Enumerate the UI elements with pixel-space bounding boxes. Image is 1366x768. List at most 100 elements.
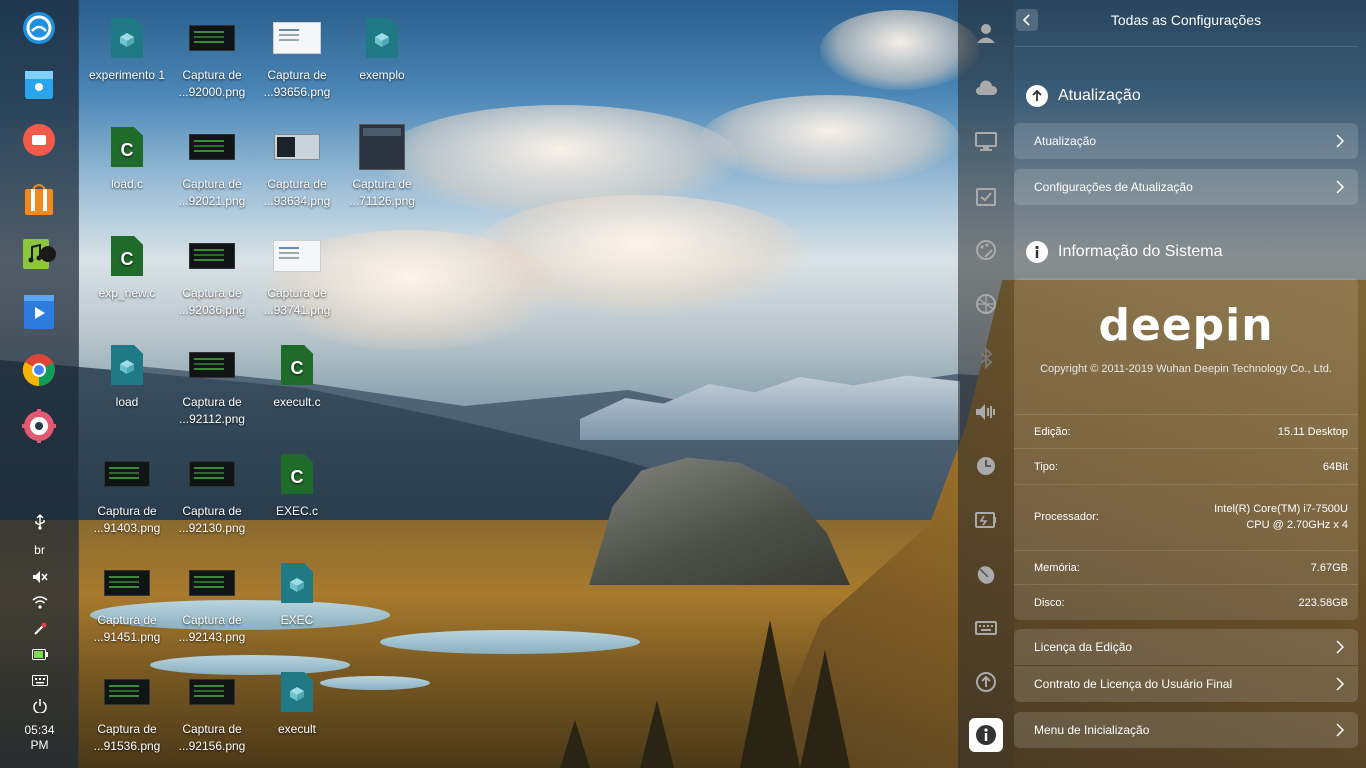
settings-category-strip	[958, 0, 1014, 768]
desktop-file-label: execult	[277, 722, 317, 736]
row-update-settings-label: Configurações de Atualização	[1034, 180, 1193, 194]
desktop-file-label: Captura de ...91536.png	[93, 722, 161, 753]
desktop-file[interactable]: C EXEC.c	[254, 450, 340, 520]
desktop-file[interactable]: exemplo	[339, 14, 425, 84]
desktop-file[interactable]: Captura de ...92112.png	[169, 341, 255, 428]
system-info-nav-icon[interactable]	[969, 718, 1003, 752]
desktop-file[interactable]: Captura de ...92000.png	[169, 14, 255, 101]
power-settings-icon[interactable]	[972, 506, 1000, 534]
image-thumbnail-icon	[169, 232, 255, 280]
screen-recorder-icon[interactable]	[21, 122, 57, 158]
processor-value-2: CPU @ 2.70GHz x 4	[1246, 519, 1348, 531]
info-row-memory: Memória: 7.67GB	[1014, 550, 1358, 584]
memory-label: Memória:	[1034, 562, 1080, 574]
video-player-icon[interactable]	[21, 294, 57, 330]
keyboard-settings-icon[interactable]	[972, 614, 1000, 642]
row-update-label: Atualização	[1034, 134, 1097, 148]
power-icon[interactable]	[0, 699, 79, 713]
desktop-file-label: Captura de ...71126.png	[349, 177, 415, 208]
c-source-file-icon: C	[84, 123, 170, 171]
desktop-file-label: Captura de ...92130.png	[178, 504, 246, 535]
file-manager-icon[interactable]	[21, 66, 57, 102]
volume-muted-icon[interactable]	[0, 570, 79, 584]
desktop-file[interactable]: Cexp_new.c	[84, 232, 170, 302]
sound-icon[interactable]	[972, 398, 1000, 426]
keyboard-layout-indicator[interactable]: br	[0, 543, 79, 557]
desktop-file[interactable]: Captura de ...91451.png	[84, 559, 170, 646]
desktop-file[interactable]: EXEC	[254, 559, 340, 629]
c-source-file-icon: C	[84, 232, 170, 280]
music-icon[interactable]	[21, 236, 57, 272]
network-icon[interactable]	[972, 290, 1000, 318]
row-update[interactable]: Atualização	[1014, 123, 1358, 159]
desktop-file[interactable]: Cexecult.c	[254, 341, 340, 411]
row-eula[interactable]: Contrato de Licença do Usuário Final	[1014, 666, 1358, 702]
bluetooth-icon[interactable]	[972, 344, 1000, 372]
default-apps-icon[interactable]	[972, 182, 1000, 210]
cloud-sync-icon[interactable]	[972, 74, 1000, 102]
chrome-icon[interactable]	[21, 352, 57, 388]
processor-value-1: Intel(R) Core(TM) i7-7500U	[1214, 503, 1348, 515]
info-row-processor: Processador: Intel(R) Core(TM) i7-7500U …	[1014, 484, 1358, 550]
desktop-file[interactable]: Captura de ...92021.png	[169, 123, 255, 210]
image-thumbnail-icon	[169, 559, 255, 607]
app-store-icon[interactable]	[21, 182, 57, 218]
row-boot-menu[interactable]: Menu de Inicialização	[1014, 712, 1358, 748]
personalization-icon[interactable]	[972, 236, 1000, 264]
row-update-settings[interactable]: Configurações de Atualização	[1014, 169, 1358, 205]
disk-label: Disco:	[1034, 597, 1065, 609]
wifi-icon[interactable]	[0, 596, 79, 609]
desktop-file[interactable]: execult	[254, 668, 340, 738]
desktop-file[interactable]: Captura de ...92130.png	[169, 450, 255, 537]
clock[interactable]: 05:34 PM	[0, 723, 79, 753]
settings-header: Todas as Configurações	[1014, 0, 1366, 47]
c-source-file-icon: C	[254, 450, 340, 498]
update-section-title: Atualização	[1026, 85, 1141, 107]
battery-icon[interactable]	[0, 649, 79, 660]
info-row-type: Tipo: 64Bit	[1014, 448, 1358, 484]
desktop-file-label: Captura de ...91451.png	[93, 613, 161, 644]
clock-time: 05:34	[24, 723, 55, 737]
desktop-file-label: Captura de ...92143.png	[178, 613, 246, 644]
desktop-file-label: Captura de ...93634.png	[263, 177, 331, 208]
desktop-file-label: EXEC	[280, 613, 314, 627]
desktop-file[interactable]: Captura de ...92156.png	[169, 668, 255, 755]
info-section-title: Informação do Sistema	[1026, 241, 1223, 263]
deepin-logo: deepin	[1098, 300, 1274, 351]
accounts-icon[interactable]	[972, 19, 1000, 47]
display-icon[interactable]	[972, 128, 1000, 156]
desktop-file[interactable]: Captura de ...93634.png	[254, 123, 340, 210]
row-edition-license[interactable]: Licença da Edição	[1014, 629, 1358, 665]
desktop-file[interactable]: experimento 1	[84, 14, 170, 84]
desktop-file-label: load	[115, 395, 139, 409]
desktop-file[interactable]: Captura de ...91536.png	[84, 668, 170, 755]
chevron-right-icon	[1336, 134, 1344, 148]
mouse-icon[interactable]	[972, 560, 1000, 588]
chevron-right-icon	[1336, 180, 1344, 194]
desktop-file[interactable]: Captura de ...91403.png	[84, 450, 170, 537]
desktop-file-label: Captura de ...93656.png	[263, 68, 331, 99]
desktop-file[interactable]: Cload.c	[84, 123, 170, 193]
image-thumbnail-icon	[339, 123, 425, 171]
desktop-file[interactable]: Captura de ...93656.png	[254, 14, 340, 101]
control-center-icon[interactable]	[21, 408, 57, 444]
launcher-icon[interactable]	[21, 10, 57, 46]
info-icon	[1026, 241, 1048, 263]
desktop-file[interactable]: load	[84, 341, 170, 411]
usb-icon[interactable]	[0, 514, 79, 530]
desktop-file-label: experimento 1	[88, 68, 166, 82]
onscreen-keyboard-icon[interactable]	[0, 675, 79, 686]
desktop-file-label: execult.c	[273, 395, 321, 409]
type-value: 64Bit	[1322, 461, 1348, 473]
image-thumbnail-icon	[254, 14, 340, 62]
date-time-icon[interactable]	[972, 452, 1000, 480]
desktop-file[interactable]: Captura de ...93741.png	[254, 232, 340, 319]
edition-value: 15.11 Desktop	[1277, 426, 1348, 438]
color-picker-icon[interactable]	[0, 622, 79, 636]
desktop-file[interactable]: Captura de ...92036.png	[169, 232, 255, 319]
update-nav-icon[interactable]	[972, 668, 1000, 696]
desktop-file[interactable]: Captura de ...92143.png	[169, 559, 255, 646]
desktop-file[interactable]: Captura de ...71126.png	[339, 123, 425, 210]
desktop-file-label: Captura de ...92112.png	[179, 395, 245, 426]
disk-value: 223.58GB	[1298, 597, 1348, 609]
